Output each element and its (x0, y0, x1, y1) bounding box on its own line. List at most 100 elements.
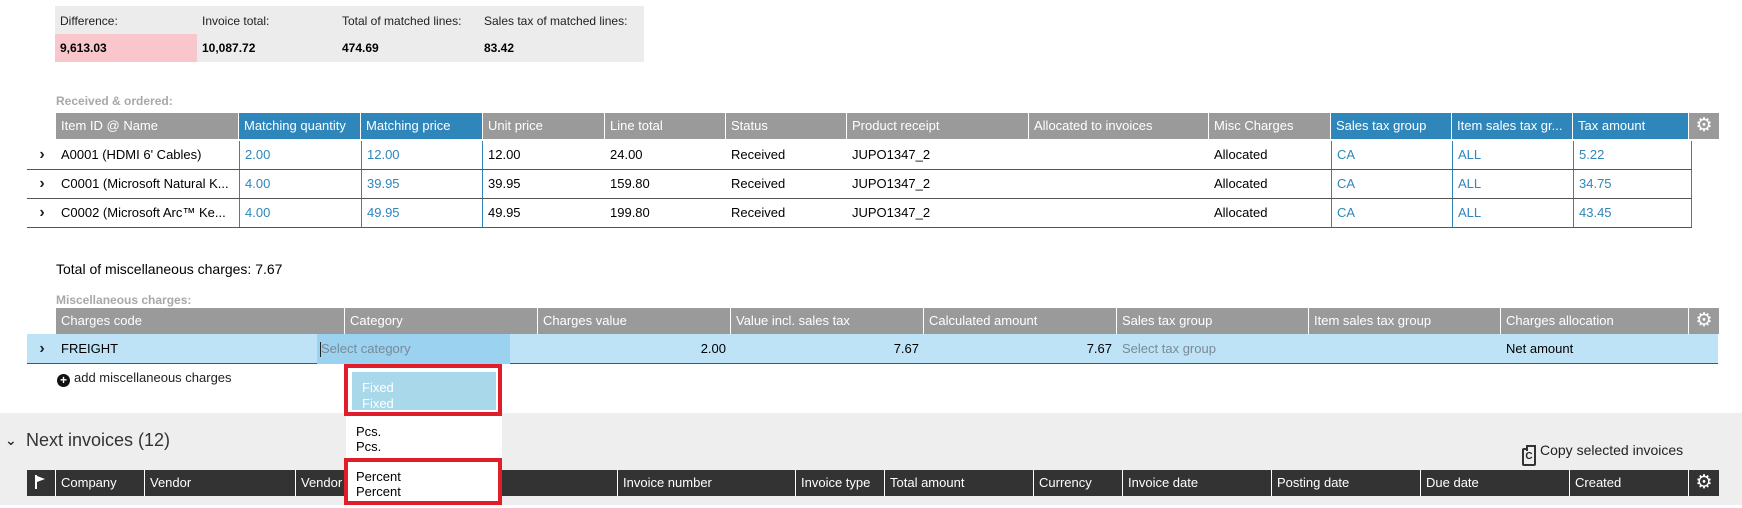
table-row[interactable]: › C0001 (Microsoft Natural K... 4.00 39.… (27, 170, 1692, 199)
charges-value-cell[interactable]: 2.00 (538, 334, 731, 364)
item-sales-tax-group-cell[interactable]: ALL (1452, 141, 1573, 169)
sales-tax-group-cell[interactable]: CA (1331, 141, 1452, 169)
highlight-box-percent (344, 458, 502, 505)
col-charges-allocation[interactable]: Charges allocation (1501, 308, 1689, 334)
misc-charge-row[interactable]: › FREIGHT 2.00 7.67 7.67 Select tax grou… (27, 334, 1718, 364)
misc-charges-cell: Allocated (1214, 176, 1268, 191)
matching-price-cell[interactable]: 39.95 (361, 170, 483, 198)
difference-label: Difference: (60, 14, 118, 28)
line-total-cell: 199.80 (610, 205, 650, 220)
col-category[interactable]: Category (345, 308, 538, 334)
col-charges-value[interactable]: Charges value (538, 308, 731, 334)
expand-chevron-icon[interactable]: › (35, 141, 49, 169)
col-created[interactable]: Created (1570, 470, 1689, 496)
allocated-cell (1029, 199, 1209, 227)
table-row[interactable]: › C0002 (Microsoft Arc™ Ke... 4.00 49.95… (27, 199, 1692, 228)
col-charges-code[interactable]: Charges code (56, 308, 345, 334)
expand-chevron-icon[interactable]: › (35, 334, 49, 364)
unit-price-cell: 12.00 (488, 147, 521, 162)
col-status[interactable]: Status (726, 113, 847, 139)
invoice-total-value: 10,087.72 (202, 41, 256, 55)
col-allocated-to-invoices[interactable]: Allocated to invoices (1029, 113, 1209, 139)
matching-price-cell[interactable]: 49.95 (361, 199, 483, 227)
matched-lines-label: Total of matched lines: (342, 14, 462, 28)
col-tax-amount[interactable]: Tax amount (1573, 113, 1689, 139)
item-sales-tax-group-cell[interactable]: ALL (1452, 199, 1573, 227)
col-matching-price[interactable]: Matching price (361, 113, 483, 139)
charges-allocation-cell[interactable]: Net amount (1501, 334, 1689, 364)
misc-table-header: Charges code Category Charges value Valu… (56, 308, 1719, 334)
item-sales-tax-group-cell[interactable]: ALL (1452, 170, 1573, 198)
calculated-amount-cell: 7.67 (1086, 341, 1112, 356)
copy-selected-invoices-button[interactable]: C Copy selected invoices (1522, 442, 1683, 466)
flag-column[interactable] (27, 470, 56, 496)
sales-tax-label: Sales tax of matched lines: (484, 14, 628, 28)
misc-total-text: Total of miscellaneous charges: 7.67 (56, 261, 283, 277)
table-row[interactable]: › A0001 (HDMI 6' Cables) 2.00 12.00 12.0… (27, 141, 1692, 170)
status-cell: Received (731, 147, 786, 162)
col-vendor[interactable]: Vendor (145, 470, 296, 496)
add-misc-charges-label: add miscellaneous charges (74, 370, 232, 385)
col-item-sales-tax-group[interactable]: Item sales tax gr... (1452, 113, 1573, 139)
status-cell: Received (731, 205, 786, 220)
highlight-box-fixed (344, 364, 502, 416)
invoice-total-label: Invoice total: (202, 14, 270, 28)
matching-quantity-cell[interactable]: 4.00 (239, 170, 361, 198)
col-misc-sales-tax-group[interactable]: Sales tax group (1117, 308, 1309, 334)
col-value-incl-tax[interactable]: Value incl. sales tax (731, 308, 924, 334)
difference-value: 9,613.03 (60, 41, 107, 55)
add-misc-charges-button[interactable]: + add miscellaneous charges (57, 370, 232, 387)
col-misc-item-sales-tax-group[interactable]: Item sales tax group (1309, 308, 1501, 334)
col-currency[interactable]: Currency (1034, 470, 1123, 496)
col-product-receipt[interactable]: Product receipt (847, 113, 1029, 139)
tax-amount-cell[interactable]: 34.75 (1573, 170, 1692, 198)
collapse-chevron-icon[interactable]: ⌄ (5, 432, 17, 449)
gear-icon[interactable]: ⚙ (1689, 113, 1719, 139)
col-posting-date[interactable]: Posting date (1272, 470, 1421, 496)
allocated-cell (1029, 170, 1209, 198)
expand-chevron-icon[interactable]: › (35, 170, 49, 198)
clipboard-icon: C (1522, 445, 1536, 466)
col-invoice-date[interactable]: Invoice date (1123, 470, 1272, 496)
sales-tax-group-cell[interactable]: CA (1331, 170, 1452, 198)
col-company[interactable]: Company (56, 470, 145, 496)
unit-price-cell: 49.95 (488, 205, 521, 220)
matching-quantity-cell[interactable]: 2.00 (239, 141, 361, 169)
misc-section-label: Miscellaneous charges: (56, 293, 192, 307)
value-incl-tax-cell: 7.67 (893, 341, 919, 356)
tax-amount-cell[interactable]: 5.22 (1573, 141, 1692, 169)
col-line-total[interactable]: Line total (605, 113, 726, 139)
flag-icon (35, 475, 45, 489)
col-unit-price[interactable]: Unit price (483, 113, 605, 139)
col-invoice-number[interactable]: Invoice number (618, 470, 796, 496)
invoice-total-column: Invoice total: 10,087.72 (197, 6, 337, 62)
status-cell: Received (731, 176, 786, 191)
misc-item-sales-tax-group-cell[interactable] (1309, 334, 1501, 364)
charges-code-cell[interactable]: FREIGHT (56, 334, 345, 364)
col-due-date[interactable]: Due date (1421, 470, 1570, 496)
difference-column: Difference: 9,613.03 (55, 6, 197, 62)
col-sales-tax-group[interactable]: Sales tax group (1331, 113, 1452, 139)
category-input[interactable]: Select category (317, 334, 510, 364)
next-invoices-title[interactable]: Next invoices (12) (26, 430, 170, 451)
matching-price-cell[interactable]: 12.00 (361, 141, 483, 169)
received-table-header: Item ID @ Name Matching quantity Matchin… (56, 113, 1719, 139)
received-section-label: Received & ordered: (56, 94, 173, 108)
sales-tax-group-cell[interactable]: CA (1331, 199, 1452, 227)
col-calculated-amount[interactable]: Calculated amount (924, 308, 1117, 334)
matching-quantity-cell[interactable]: 4.00 (239, 199, 361, 227)
col-total-amount[interactable]: Total amount (885, 470, 1034, 496)
col-item-id[interactable]: Item ID @ Name (56, 113, 239, 139)
col-misc-charges[interactable]: Misc Charges (1209, 113, 1331, 139)
misc-sales-tax-group-select[interactable]: Select tax group (1117, 334, 1309, 364)
product-receipt-cell: JUPO1347_2 (852, 147, 931, 162)
option-label: Pcs. (356, 424, 382, 439)
col-matching-quantity[interactable]: Matching quantity (239, 113, 361, 139)
option-value: Pcs. (356, 439, 382, 454)
gear-icon[interactable]: ⚙ (1689, 308, 1719, 334)
col-invoice-type[interactable]: Invoice type (796, 470, 885, 496)
gear-icon[interactable]: ⚙ (1689, 470, 1719, 496)
line-total-cell: 159.80 (610, 176, 650, 191)
expand-chevron-icon[interactable]: › (35, 199, 49, 227)
tax-amount-cell[interactable]: 43.45 (1573, 199, 1692, 227)
